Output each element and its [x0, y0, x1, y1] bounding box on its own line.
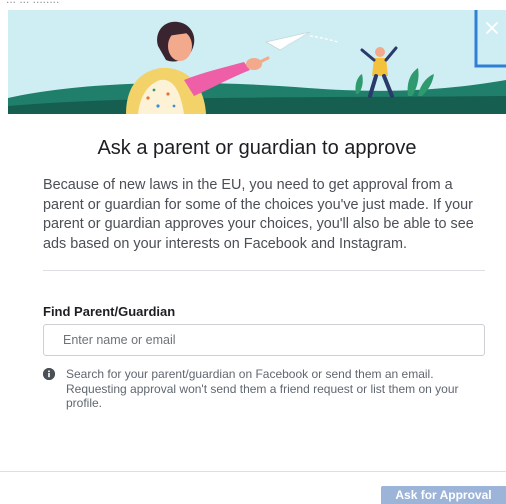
- cut-off-text: ... ... ........: [6, 0, 59, 6]
- footer-divider: [0, 471, 506, 472]
- ask-for-approval-button[interactable]: Ask for Approval: [381, 486, 506, 504]
- close-button[interactable]: [480, 16, 504, 40]
- parent-search-input[interactable]: [43, 324, 485, 356]
- hero-illustration: [8, 10, 506, 114]
- find-parent-label: Find Parent/Guardian: [43, 304, 176, 319]
- paper-plane-illustration: [8, 10, 506, 114]
- info-icon: [43, 368, 55, 380]
- close-icon: [486, 22, 498, 34]
- dialog-description: Because of new laws in the EU, you need …: [43, 177, 474, 252]
- dialog-title: Ask a parent or guardian to approve: [97, 137, 417, 159]
- search-hint: Search for your parent/guardian on Faceb…: [66, 367, 459, 410]
- cut-off-header: ... ... ........: [0, 0, 506, 10]
- section-divider: [43, 270, 485, 271]
